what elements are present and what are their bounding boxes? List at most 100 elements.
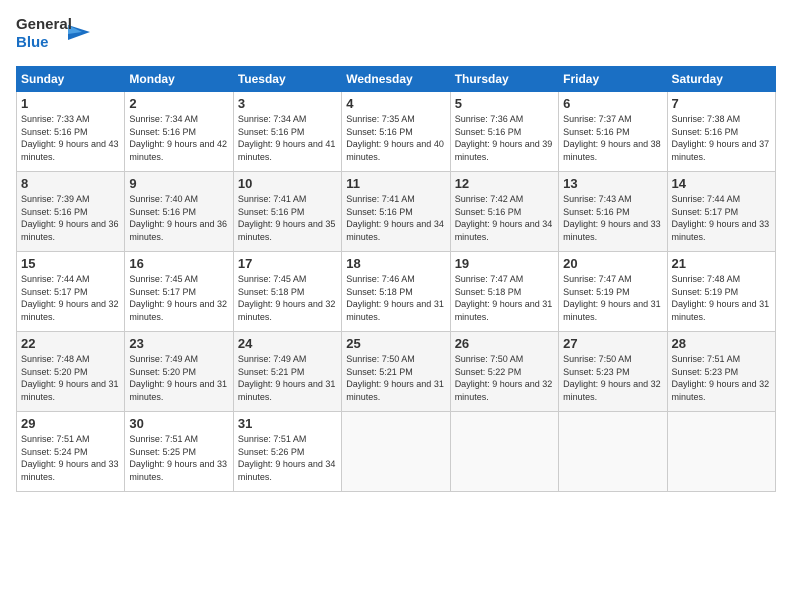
calendar-cell: 6 Sunrise: 7:37 AMSunset: 5:16 PMDaylight… — [559, 92, 667, 172]
calendar-cell: 26 Sunrise: 7:50 AMSunset: 5:22 PMDayligh… — [450, 332, 558, 412]
day-info: Sunrise: 7:51 AMSunset: 5:26 PMDaylight:… — [238, 434, 336, 482]
calendar-cell: 10 Sunrise: 7:41 AMSunset: 5:16 PMDayligh… — [233, 172, 341, 252]
day-number: 27 — [563, 336, 662, 351]
day-info: Sunrise: 7:49 AMSunset: 5:20 PMDaylight:… — [129, 354, 227, 402]
day-number: 19 — [455, 256, 554, 271]
calendar-cell: 12 Sunrise: 7:42 AMSunset: 5:16 PMDayligh… — [450, 172, 558, 252]
day-number: 24 — [238, 336, 337, 351]
day-number: 2 — [129, 96, 228, 111]
calendar-week-1: 1 Sunrise: 7:33 AMSunset: 5:16 PMDaylight… — [17, 92, 776, 172]
day-number: 8 — [21, 176, 120, 191]
day-info: Sunrise: 7:36 AMSunset: 5:16 PMDaylight:… — [455, 114, 553, 162]
day-info: Sunrise: 7:41 AMSunset: 5:16 PMDaylight:… — [238, 194, 336, 242]
calendar-cell: 23 Sunrise: 7:49 AMSunset: 5:20 PMDayligh… — [125, 332, 233, 412]
day-number: 13 — [563, 176, 662, 191]
calendar-cell: 9 Sunrise: 7:40 AMSunset: 5:16 PMDaylight… — [125, 172, 233, 252]
day-info: Sunrise: 7:40 AMSunset: 5:16 PMDaylight:… — [129, 194, 227, 242]
weekday-header-thursday: Thursday — [450, 67, 558, 92]
calendar-week-3: 15 Sunrise: 7:44 AMSunset: 5:17 PMDayligh… — [17, 252, 776, 332]
day-info: Sunrise: 7:51 AMSunset: 5:25 PMDaylight:… — [129, 434, 227, 482]
calendar-cell: 20Sunrise: 7:47 AMSunset: 5:19 PMDayligh… — [559, 252, 667, 332]
calendar-cell: 15 Sunrise: 7:44 AMSunset: 5:17 PMDayligh… — [17, 252, 125, 332]
weekday-header-sunday: Sunday — [17, 67, 125, 92]
logo-general: General — [16, 16, 66, 34]
logo-blue: Blue — [16, 34, 66, 52]
day-info: Sunrise: 7:33 AMSunset: 5:16 PMDaylight:… — [21, 114, 119, 162]
calendar-cell: 30 Sunrise: 7:51 AMSunset: 5:25 PMDayligh… — [125, 412, 233, 492]
day-info: Sunrise: 7:51 AMSunset: 5:23 PMDaylight:… — [672, 354, 770, 402]
calendar-cell: 11 Sunrise: 7:41 AMSunset: 5:16 PMDayligh… — [342, 172, 450, 252]
day-info: Sunrise: 7:50 AMSunset: 5:23 PMDaylight:… — [563, 354, 661, 402]
day-info: Sunrise: 7:44 AMSunset: 5:17 PMDaylight:… — [672, 194, 770, 242]
day-number: 12 — [455, 176, 554, 191]
calendar-cell: 22Sunrise: 7:48 AMSunset: 5:20 PMDayligh… — [17, 332, 125, 412]
day-info: Sunrise: 7:47 AMSunset: 5:18 PMDaylight:… — [455, 274, 553, 322]
day-number: 4 — [346, 96, 445, 111]
calendar-cell — [450, 412, 558, 492]
logo: General Blue — [16, 16, 90, 56]
day-info: Sunrise: 7:46 AMSunset: 5:18 PMDaylight:… — [346, 274, 444, 322]
calendar-table: SundayMondayTuesdayWednesdayThursdayFrid… — [16, 66, 776, 492]
day-number: 1 — [21, 96, 120, 111]
day-info: Sunrise: 7:37 AMSunset: 5:16 PMDaylight:… — [563, 114, 661, 162]
calendar-cell: 1 Sunrise: 7:33 AMSunset: 5:16 PMDaylight… — [17, 92, 125, 172]
calendar-cell: 18 Sunrise: 7:46 AMSunset: 5:18 PMDayligh… — [342, 252, 450, 332]
calendar-cell: 13Sunrise: 7:43 AMSunset: 5:16 PMDayligh… — [559, 172, 667, 252]
day-info: Sunrise: 7:42 AMSunset: 5:16 PMDaylight:… — [455, 194, 553, 242]
day-info: Sunrise: 7:41 AMSunset: 5:16 PMDaylight:… — [346, 194, 444, 242]
day-number: 10 — [238, 176, 337, 191]
calendar-cell: 4 Sunrise: 7:35 AMSunset: 5:16 PMDaylight… — [342, 92, 450, 172]
calendar-cell: 3Sunrise: 7:34 AMSunset: 5:16 PMDaylight… — [233, 92, 341, 172]
day-number: 29 — [21, 416, 120, 431]
calendar-cell — [667, 412, 775, 492]
calendar-cell: 8 Sunrise: 7:39 AMSunset: 5:16 PMDaylight… — [17, 172, 125, 252]
day-number: 26 — [455, 336, 554, 351]
day-info: Sunrise: 7:34 AMSunset: 5:16 PMDaylight:… — [238, 114, 336, 162]
day-number: 9 — [129, 176, 228, 191]
calendar-cell: 17 Sunrise: 7:45 AMSunset: 5:18 PMDayligh… — [233, 252, 341, 332]
calendar-cell: 24Sunrise: 7:49 AMSunset: 5:21 PMDayligh… — [233, 332, 341, 412]
day-number: 25 — [346, 336, 445, 351]
day-number: 5 — [455, 96, 554, 111]
day-info: Sunrise: 7:51 AMSunset: 5:24 PMDaylight:… — [21, 434, 119, 482]
weekday-header-saturday: Saturday — [667, 67, 775, 92]
day-number: 22 — [21, 336, 120, 351]
day-info: Sunrise: 7:35 AMSunset: 5:16 PMDaylight:… — [346, 114, 444, 162]
day-info: Sunrise: 7:39 AMSunset: 5:16 PMDaylight:… — [21, 194, 119, 242]
day-info: Sunrise: 7:44 AMSunset: 5:17 PMDaylight:… — [21, 274, 119, 322]
calendar-week-5: 29 Sunrise: 7:51 AMSunset: 5:24 PMDayligh… — [17, 412, 776, 492]
day-number: 14 — [672, 176, 771, 191]
day-number: 17 — [238, 256, 337, 271]
day-number: 15 — [21, 256, 120, 271]
page-header: General Blue — [16, 16, 776, 56]
calendar-header-row: SundayMondayTuesdayWednesdayThursdayFrid… — [17, 67, 776, 92]
day-info: Sunrise: 7:45 AMSunset: 5:17 PMDaylight:… — [129, 274, 227, 322]
calendar-cell: 19 Sunrise: 7:47 AMSunset: 5:18 PMDayligh… — [450, 252, 558, 332]
calendar-cell: 21Sunrise: 7:48 AMSunset: 5:19 PMDayligh… — [667, 252, 775, 332]
day-info: Sunrise: 7:45 AMSunset: 5:18 PMDaylight:… — [238, 274, 336, 322]
calendar-cell: 14 Sunrise: 7:44 AMSunset: 5:17 PMDayligh… — [667, 172, 775, 252]
day-number: 7 — [672, 96, 771, 111]
weekday-header-wednesday: Wednesday — [342, 67, 450, 92]
day-number: 16 — [129, 256, 228, 271]
weekday-header-monday: Monday — [125, 67, 233, 92]
day-number: 6 — [563, 96, 662, 111]
day-number: 18 — [346, 256, 445, 271]
day-info: Sunrise: 7:50 AMSunset: 5:21 PMDaylight:… — [346, 354, 444, 402]
day-number: 23 — [129, 336, 228, 351]
calendar-cell: 2 Sunrise: 7:34 AMSunset: 5:16 PMDaylight… — [125, 92, 233, 172]
day-number: 11 — [346, 176, 445, 191]
calendar-cell: 27 Sunrise: 7:50 AMSunset: 5:23 PMDayligh… — [559, 332, 667, 412]
day-info: Sunrise: 7:50 AMSunset: 5:22 PMDaylight:… — [455, 354, 553, 402]
day-info: Sunrise: 7:47 AMSunset: 5:19 PMDaylight:… — [563, 274, 661, 322]
weekday-header-tuesday: Tuesday — [233, 67, 341, 92]
day-number: 31 — [238, 416, 337, 431]
day-info: Sunrise: 7:38 AMSunset: 5:16 PMDaylight:… — [672, 114, 770, 162]
calendar-cell: 7 Sunrise: 7:38 AMSunset: 5:16 PMDaylight… — [667, 92, 775, 172]
day-number: 28 — [672, 336, 771, 351]
calendar-cell — [342, 412, 450, 492]
calendar-cell: 16 Sunrise: 7:45 AMSunset: 5:17 PMDayligh… — [125, 252, 233, 332]
calendar-week-4: 22Sunrise: 7:48 AMSunset: 5:20 PMDayligh… — [17, 332, 776, 412]
day-info: Sunrise: 7:34 AMSunset: 5:16 PMDaylight:… — [129, 114, 227, 162]
day-number: 30 — [129, 416, 228, 431]
